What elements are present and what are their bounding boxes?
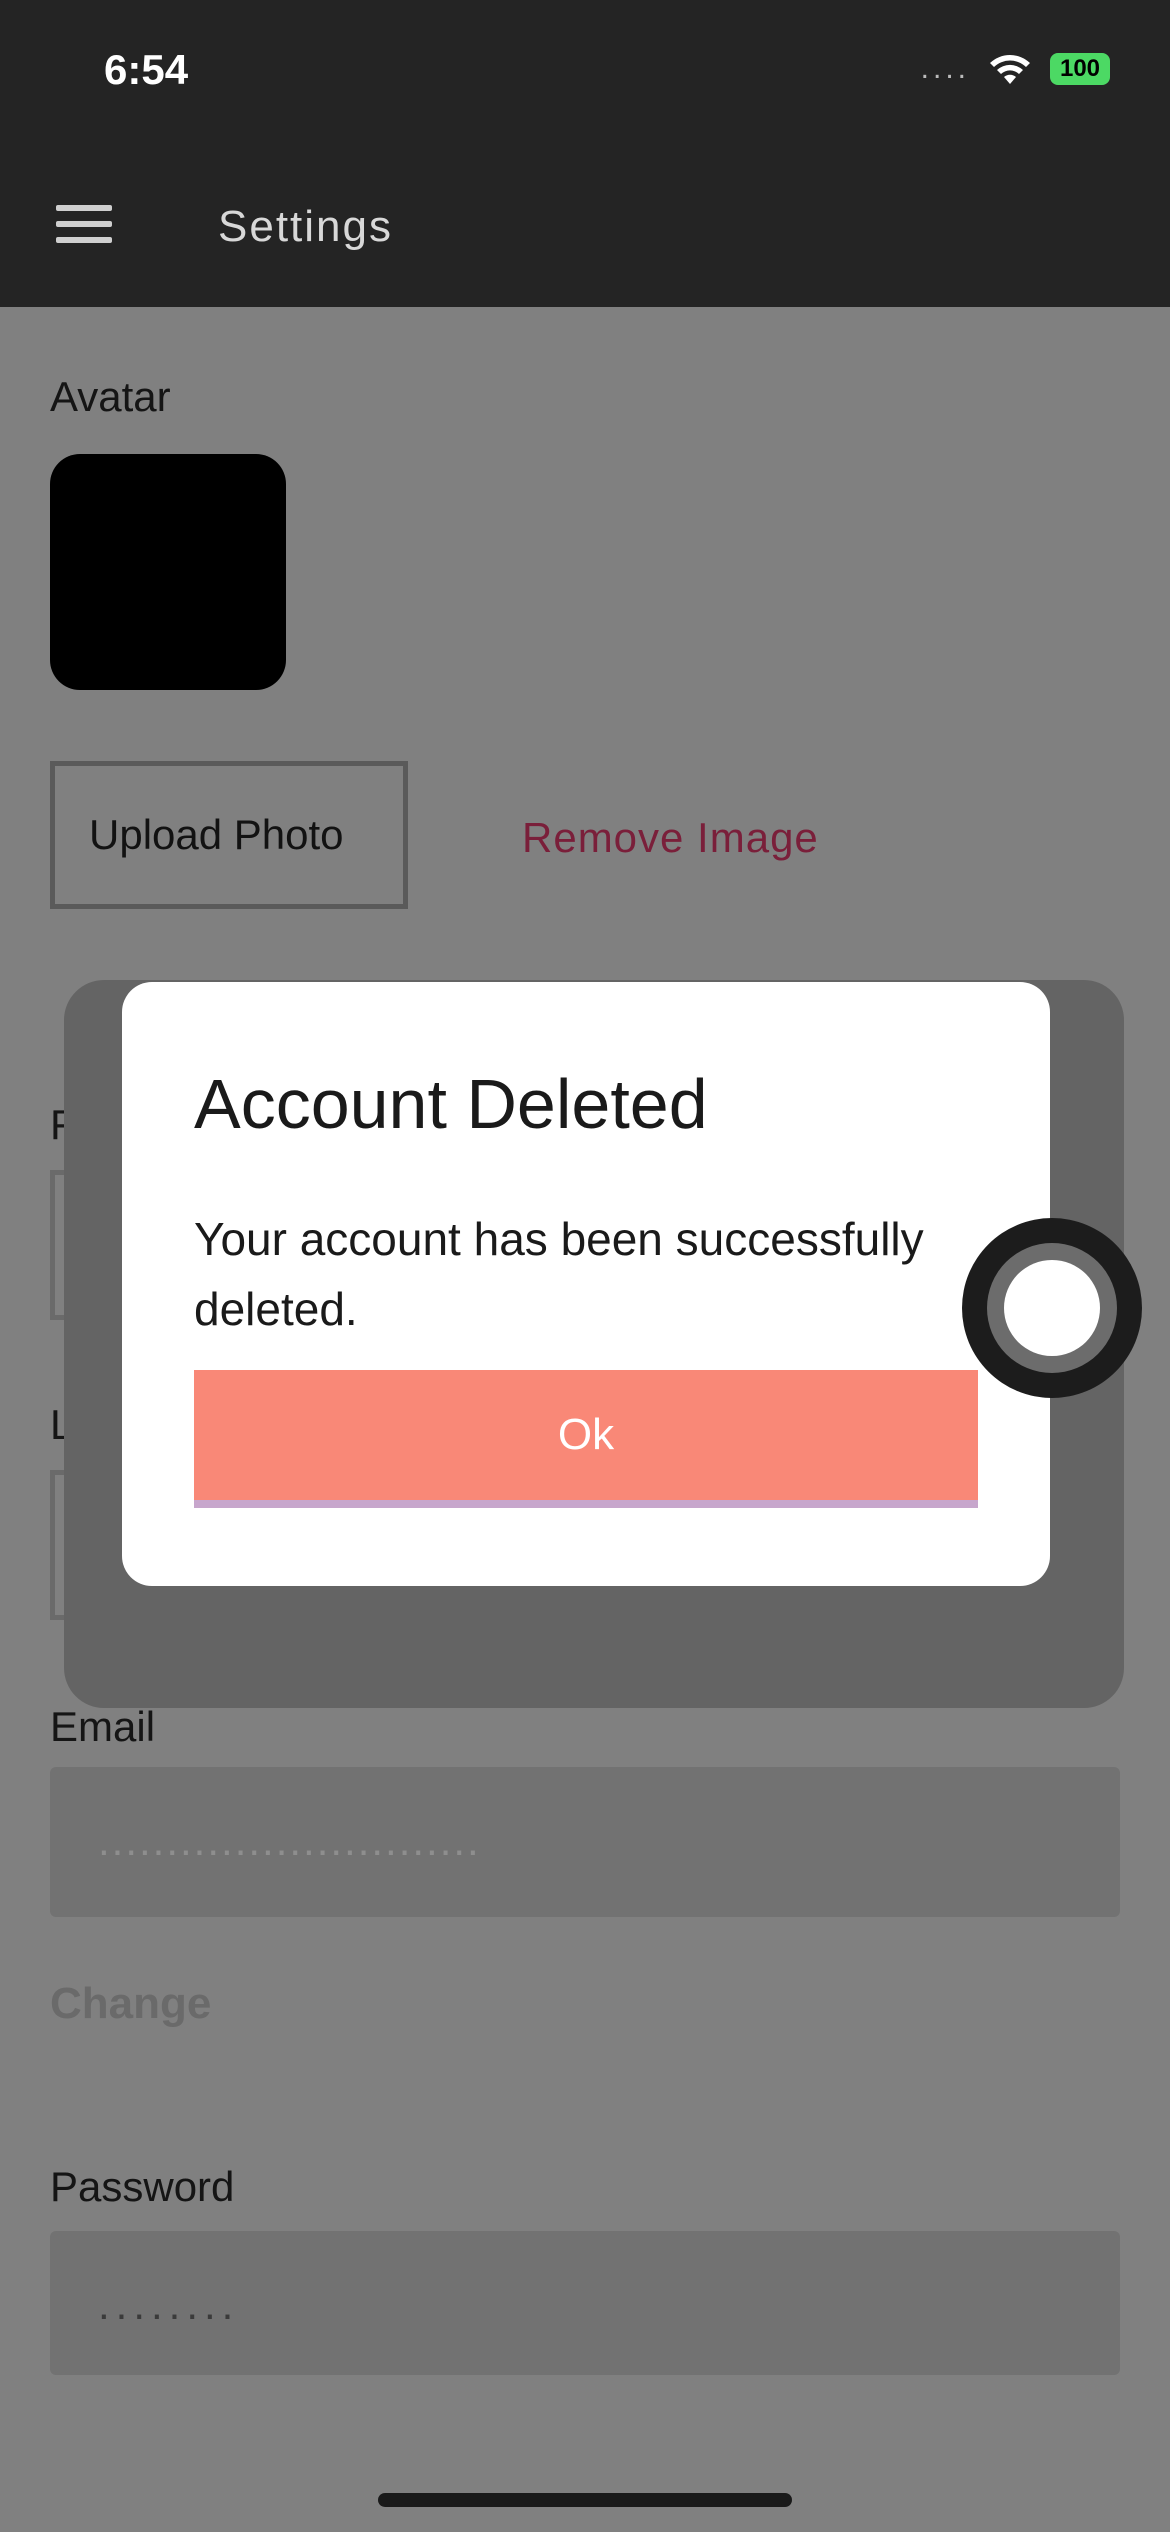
password-field: ........ bbox=[50, 2231, 1120, 2375]
cellular-signal-icon: .... bbox=[920, 52, 970, 85]
app-bar: Settings bbox=[0, 150, 1170, 307]
account-deleted-dialog: Account Deleted Your account has been su… bbox=[122, 982, 1050, 1586]
change-email-link[interactable]: Change bbox=[50, 1979, 211, 2029]
upload-photo-button[interactable]: Upload Photo bbox=[50, 761, 408, 909]
status-bar: 6:54 .... 100 bbox=[0, 0, 1170, 150]
dialog-message: Your account has been successfully delet… bbox=[194, 1213, 924, 1335]
avatar-label: Avatar bbox=[50, 373, 171, 420]
avatar bbox=[50, 454, 286, 690]
password-value: ........ bbox=[98, 2281, 240, 2328]
remove-image-link[interactable]: Remove Image bbox=[522, 814, 819, 862]
ok-button[interactable]: Ok bbox=[194, 1370, 978, 1508]
status-time: 6:54 bbox=[104, 46, 189, 93]
wifi-icon bbox=[990, 55, 1030, 84]
email-label: Email bbox=[50, 1703, 156, 1750]
password-label: Password bbox=[50, 2163, 235, 2210]
hamburger-menu-icon[interactable] bbox=[56, 205, 112, 249]
home-indicator[interactable] bbox=[378, 2493, 792, 2507]
touch-indicator-icon bbox=[962, 1218, 1142, 1398]
upload-photo-label: Upload Photo bbox=[89, 811, 344, 858]
email-field: ............................ bbox=[50, 1767, 1120, 1917]
email-value: ............................ bbox=[98, 1817, 481, 1864]
dialog-title: Account Deleted bbox=[194, 1065, 708, 1143]
battery-icon: 100 bbox=[1050, 53, 1110, 85]
status-icons: .... 100 bbox=[921, 52, 1110, 86]
page-title: Settings bbox=[218, 202, 393, 251]
